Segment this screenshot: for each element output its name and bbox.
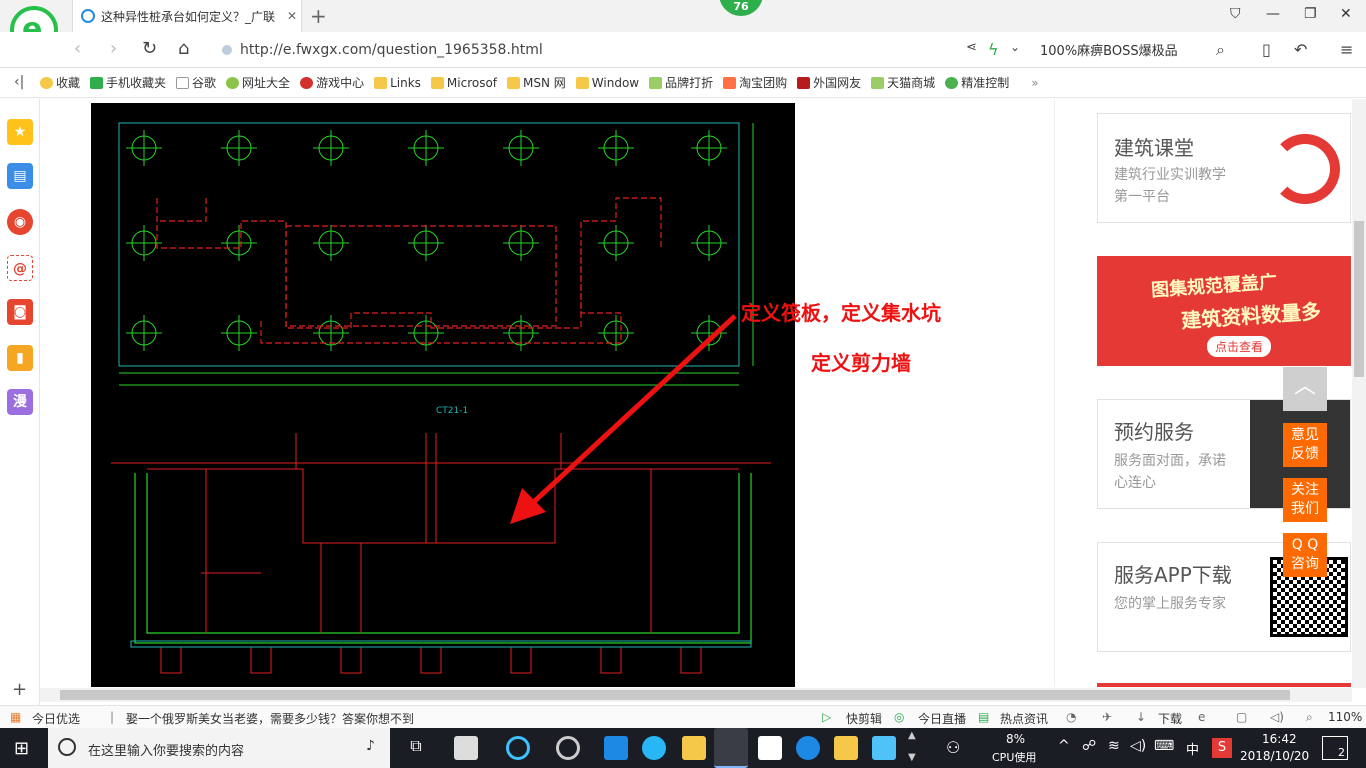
speaker-icon[interactable]: ◁) — [1130, 738, 1146, 754]
live-button[interactable]: 今日直播 — [918, 710, 966, 727]
card-desc: 您的掌上服务专家 — [1114, 596, 1226, 612]
volume-icon[interactable]: ◁) — [1270, 710, 1284, 724]
wifi-icon[interactable]: ≋ — [1108, 738, 1120, 754]
window-icon[interactable]: ▢ — [1236, 710, 1247, 724]
tray-chevron-icon[interactable]: ^ — [1058, 738, 1070, 754]
banner-ad[interactable]: 图集规范覆盖广 建筑资料数量多 点击查看 — [1097, 256, 1351, 366]
sogou-icon[interactable]: S — [1212, 738, 1232, 758]
vertical-scrollbar[interactable] — [1352, 99, 1366, 688]
card-title: 服务APP下载 — [1114, 563, 1232, 587]
edge-icon[interactable] — [604, 736, 628, 760]
annotation-line-2: 定义剪力墙 — [811, 351, 911, 375]
scroll-down-icon[interactable]: ▼ — [908, 752, 916, 763]
file-explorer-icon[interactable] — [682, 736, 706, 760]
annotation-line-1: 定义筏板，定义集水坑 — [741, 301, 941, 325]
ime-indicator[interactable]: 中 — [1186, 739, 1199, 758]
banner-line-2: 建筑资料数量多 — [1180, 299, 1322, 333]
g-app-icon[interactable] — [796, 736, 820, 760]
download-button[interactable]: 下载 — [1158, 710, 1182, 727]
clock-date[interactable]: 2018/10/20 — [1240, 749, 1309, 763]
clip-icon: ▷ — [822, 710, 832, 724]
headline-link[interactable]: 娶一个俄罗斯美女当老婆，需要多少钱？答案你想不到 — [126, 710, 414, 727]
divider — [1097, 683, 1351, 687]
mail-app-icon[interactable] — [758, 736, 782, 760]
kuaijian-button[interactable]: 快剪辑 — [846, 710, 882, 727]
notification-center-icon[interactable]: 2 — [1322, 736, 1348, 760]
microphone-icon[interactable]: ♪ — [366, 738, 375, 754]
feedback-button[interactable]: 意见反馈 — [1283, 423, 1327, 467]
follow-us-button[interactable]: 关注我们 — [1283, 478, 1327, 522]
ie-icon[interactable] — [642, 736, 666, 760]
cpu-percent: 8% — [1006, 732, 1026, 746]
cortana-icon — [58, 738, 76, 756]
clock-time[interactable]: 16:42 — [1262, 732, 1297, 746]
taskbar-search[interactable]: 在这里输入你要搜索的内容 ♪ — [48, 728, 390, 768]
pin-icon[interactable]: ✈ — [1102, 710, 1112, 724]
today-picks[interactable]: 今日优选 — [32, 710, 80, 727]
course-card[interactable]: 建筑课堂 建筑行业实训教学第一平台 — [1097, 113, 1351, 223]
people-icon[interactable]: ⚇ — [946, 738, 960, 757]
cpu-label: CPU使用 — [992, 751, 1037, 764]
live-icon: ◎ — [894, 710, 905, 724]
card-title: 预约服务 — [1114, 420, 1194, 444]
horizontal-scrollbar[interactable] — [40, 688, 1352, 702]
qq-consult-button[interactable]: Q Q咨询 — [1283, 533, 1327, 577]
zoom-icon[interactable]: ⌕ — [1306, 710, 1313, 725]
swirl-icon[interactable] — [556, 736, 580, 760]
scroll-thumb[interactable] — [1354, 221, 1364, 377]
taskbar: ⊞ 在这里输入你要搜索的内容 ♪ ⧉ ▲ ▼ ⚇ 8% CPU使用 ^ ☍ ≋ … — [0, 728, 1366, 768]
scroll-up-icon[interactable]: ▲ — [908, 730, 916, 741]
gift-icon: ▦ — [10, 710, 22, 724]
keyboard-icon[interactable]: ⌨ — [1154, 738, 1174, 754]
card-desc: 建筑行业实训教学第一平台 — [1114, 167, 1226, 205]
network-icon[interactable]: ☍ — [1082, 738, 1096, 754]
search-placeholder: 在这里输入你要搜索的内容 — [88, 744, 245, 759]
card-desc: 服务面对面，承诺心连心 — [1114, 453, 1226, 491]
banner-line-1: 图集规范覆盖广 — [1150, 271, 1278, 302]
speed-icon[interactable]: ◔ — [1066, 710, 1076, 724]
download-icon: ↓ — [1136, 710, 1147, 724]
app-fan-icon[interactable] — [454, 736, 478, 760]
browser-e-icon[interactable] — [506, 736, 530, 760]
task-view-icon[interactable]: ⧉ — [404, 736, 428, 760]
scroll-thumb[interactable] — [60, 690, 1290, 700]
zoom-level[interactable]: 110% — [1328, 710, 1362, 724]
windows-start-icon[interactable]: ⊞ — [14, 738, 29, 759]
status-bar: ▦ 今日优选 | 娶一个俄罗斯美女当老婆，需要多少钱？答案你想不到 ▷ 快剪辑 … — [0, 705, 1366, 728]
notes-icon[interactable] — [834, 736, 858, 760]
divider-icon: | — [110, 710, 115, 724]
ie-mode-icon[interactable]: e — [1198, 710, 1205, 724]
active-browser-icon[interactable] — [714, 728, 748, 768]
photo-app-icon[interactable] — [872, 736, 896, 760]
view-button[interactable]: 点击查看 — [1207, 336, 1272, 357]
back-to-top-button[interactable]: ︿ — [1283, 367, 1327, 411]
card-title: 建筑课堂 — [1114, 136, 1194, 160]
hotnews-button[interactable]: 热点资讯 — [1000, 710, 1048, 727]
news-status-icon: ▤ — [978, 710, 990, 724]
glodon-logo-icon — [1270, 134, 1340, 204]
